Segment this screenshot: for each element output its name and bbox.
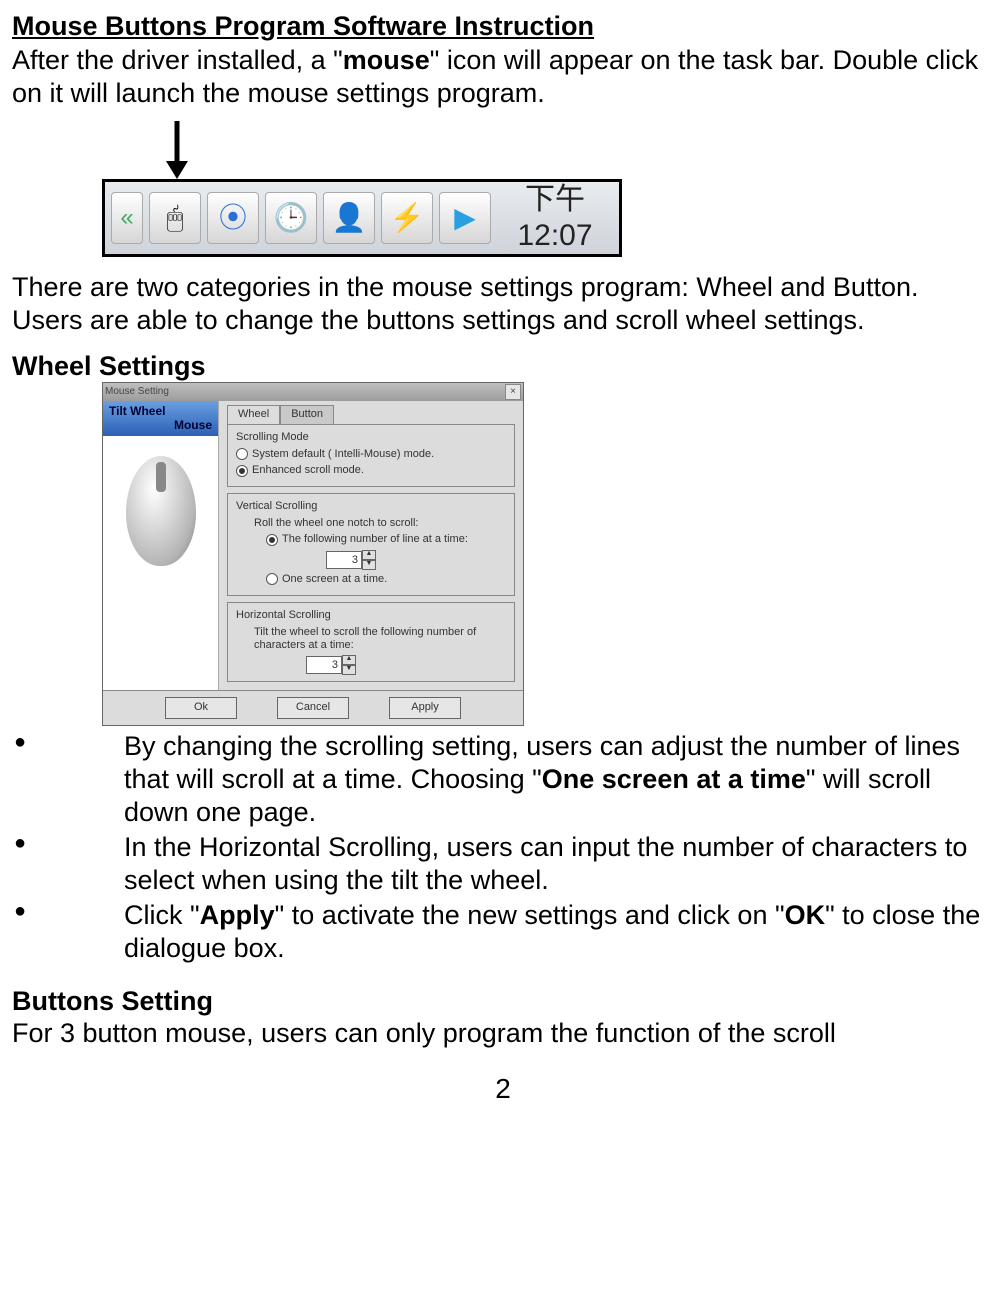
arrow-pointer (162, 121, 994, 179)
dialog-tabs: Wheel Button (227, 405, 515, 423)
radio-one-screen[interactable] (266, 573, 278, 585)
dialog-sidebar: Tilt Wheel Mouse (103, 401, 219, 690)
mouse-illustration-icon (126, 456, 196, 566)
group-vertical-title: Vertical Scrolling (236, 500, 506, 513)
bullet-horizontal-scrolling: In the Horizontal Scrolling, users can i… (12, 831, 994, 897)
radio-system-default-label: System default ( Intelli-Mouse) mode. (252, 448, 434, 461)
group-horizontal-title: Horizontal Scrolling (236, 609, 506, 622)
sidebar-banner-line2: Mouse (109, 419, 212, 432)
wheel-bullet-list: By changing the scrolling setting, users… (12, 730, 994, 965)
tab-button[interactable]: Button (280, 405, 334, 423)
group-scrolling-mode-title: Scrolling Mode (236, 431, 506, 444)
taskbar-figure: « 🖱 ⦿ 🕒 👤 ⚡ ▶ 下午 12:07 (102, 121, 994, 257)
radio-system-default[interactable] (236, 448, 248, 460)
vertical-spin-up-icon[interactable]: ▲ (362, 550, 376, 560)
bullet-scrolling-setting: By changing the scrolling setting, users… (12, 730, 994, 829)
taskbar: « 🖱 ⦿ 🕒 👤 ⚡ ▶ 下午 12:07 (102, 179, 622, 257)
vertical-spin: 3 ▲ ▼ (326, 550, 376, 570)
wheel-settings-heading: Wheel Settings (12, 350, 994, 382)
bullet3-bold-apply: Apply (200, 900, 275, 930)
horizontal-spin-value[interactable]: 3 (306, 656, 342, 674)
tray-media-icon[interactable]: ⦿ (207, 192, 259, 244)
buttons-setting-paragraph: For 3 button mouse, users can only progr… (12, 1017, 994, 1049)
bullet-apply-ok: Click "Apply" to activate the new settin… (12, 899, 994, 965)
bullet3-pre: Click " (124, 900, 200, 930)
horizontal-spin: 3 ▲ ▼ (306, 655, 356, 675)
tray-expand-chevron-icon[interactable]: « (111, 192, 143, 244)
intro-text-prefix: After the driver installed, a " (12, 45, 343, 75)
group-horizontal-scrolling: Horizontal Scrolling Tilt the wheel to s… (227, 602, 515, 683)
radio-lines-at-time[interactable] (266, 534, 278, 546)
radio-enhanced-scroll-label: Enhanced scroll mode. (252, 464, 364, 477)
tray-user-icon[interactable]: 👤 (323, 192, 375, 244)
radio-lines-at-time-label: The following number of line at a time: (282, 533, 468, 546)
radio-one-screen-label: One screen at a time. (282, 573, 387, 586)
tray-power-icon[interactable]: ⚡ (381, 192, 433, 244)
vertical-spin-down-icon[interactable]: ▼ (362, 560, 376, 570)
buttons-setting-heading: Buttons Setting (12, 985, 994, 1017)
dialog-title: Mouse Setting (105, 386, 169, 398)
sidebar-banner-line1: Tilt Wheel (109, 405, 212, 418)
tray-mouse-icon[interactable]: 🖱 (149, 192, 201, 244)
close-icon[interactable]: × (505, 384, 521, 400)
tab-wheel[interactable]: Wheel (227, 405, 280, 423)
page-number: 2 (12, 1072, 994, 1106)
tray-clock-icon[interactable]: 🕒 (265, 192, 317, 244)
mouse-settings-dialog: Mouse Setting × Tilt Wheel Mouse Wheel B… (102, 382, 524, 726)
dialog-titlebar: Mouse Setting × (103, 383, 523, 401)
page-title: Mouse Buttons Program Software Instructi… (12, 10, 994, 42)
tray-play-icon[interactable]: ▶ (439, 192, 491, 244)
ok-button[interactable]: Ok (165, 697, 237, 719)
radio-enhanced-scroll[interactable] (236, 465, 248, 477)
horizontal-spin-down-icon[interactable]: ▼ (342, 665, 356, 675)
horizontal-instruction: Tilt the wheel to scroll the following n… (254, 626, 506, 652)
sidebar-banner: Tilt Wheel Mouse (103, 401, 218, 435)
intro-paragraph: After the driver installed, a "mouse" ic… (12, 44, 994, 109)
bullet3-bold-ok: OK (785, 900, 826, 930)
horizontal-spin-up-icon[interactable]: ▲ (342, 655, 356, 665)
cancel-button[interactable]: Cancel (277, 697, 349, 719)
dialog-footer: Ok Cancel Apply (103, 690, 523, 725)
intro-bold-mouse: mouse (343, 45, 430, 75)
categories-paragraph: There are two categories in the mouse se… (12, 271, 994, 336)
vertical-spin-value[interactable]: 3 (326, 551, 362, 569)
group-scrolling-mode: Scrolling Mode System default ( Intelli-… (227, 424, 515, 488)
group-vertical-scrolling: Vertical Scrolling Roll the wheel one no… (227, 493, 515, 596)
bullet3-mid: " to activate the new settings and click… (275, 900, 785, 930)
vertical-instruction: Roll the wheel one notch to scroll: (254, 517, 506, 530)
apply-button[interactable]: Apply (389, 697, 461, 719)
bullet1-bold: One screen at a time (542, 764, 806, 794)
tray-clock-text: 下午 12:07 (497, 182, 613, 254)
